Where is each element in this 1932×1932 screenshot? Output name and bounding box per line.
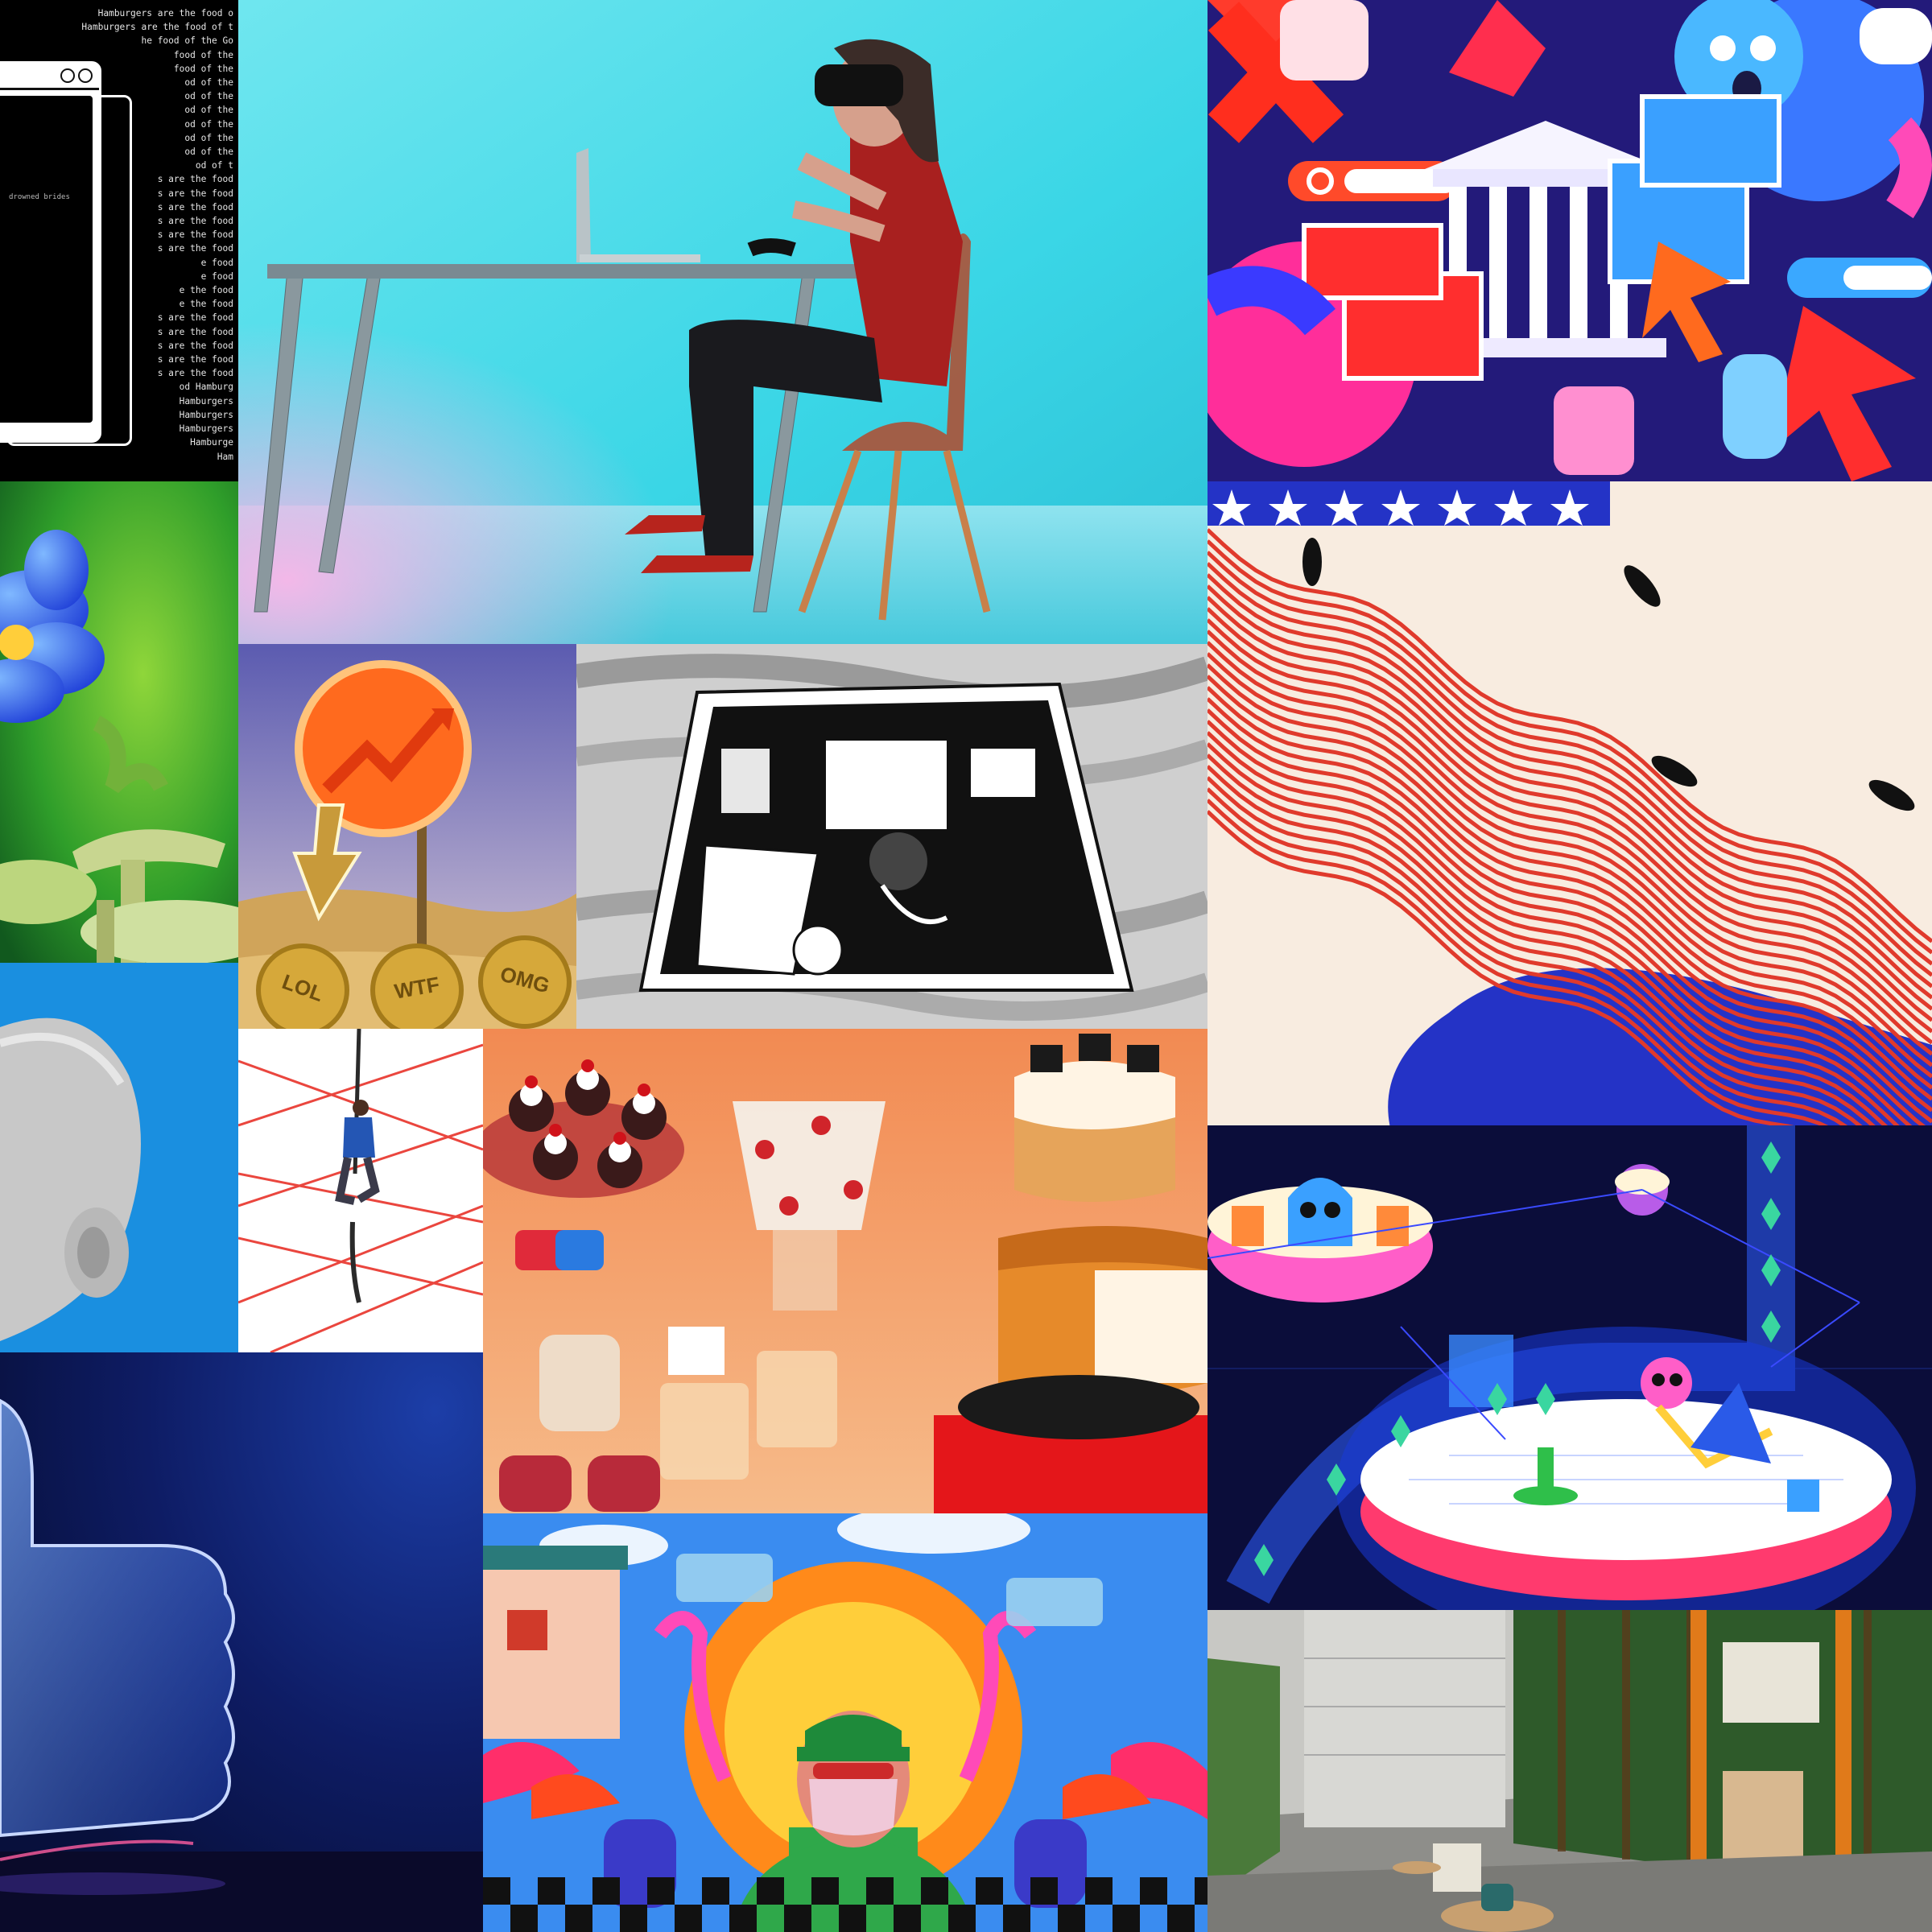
window-text: drowned brides — [9, 193, 70, 201]
warehouse-forest-mural-tile — [1208, 1610, 1932, 1932]
flower-mushroom-render-tile — [0, 481, 238, 963]
window-content: drowned brides — [0, 96, 93, 423]
hamburger-text-line: Ham — [217, 451, 233, 462]
hamburger-text-line: Hamburgers are the food of t — [81, 22, 233, 33]
vr-headset-photo-tile — [238, 0, 1208, 644]
hamburger-text-line: food of the — [173, 49, 233, 60]
dessert-table-photo-tile — [483, 1029, 1208, 1513]
window-title-bar — [0, 64, 99, 90]
stars-stripes-wave-illustration-tile — [1208, 481, 1932, 1125]
hamburger-text-art-tile: Hamburgers are the food o Hamburgers are … — [0, 0, 238, 481]
desert-neon-sign-coins-tile: LOL WTF OMG — [238, 644, 576, 1029]
social-media-3d-collage-tile — [1208, 0, 1932, 481]
hamburger-text-line: he food of the Go — [141, 35, 233, 47]
retro-window: drowned brides — [0, 61, 101, 443]
bust-sculpture-tile — [0, 963, 238, 1352]
laser-climber-tile — [238, 1029, 483, 1352]
crypto-network-illustration-tile — [1208, 1125, 1932, 1610]
ink-home-office-drawing-tile — [576, 644, 1208, 1029]
close-icon — [78, 68, 93, 83]
glass-thumbs-up-tile — [0, 1352, 483, 1932]
flamingo-masked-man-collage-tile — [483, 1513, 1208, 1932]
minimize-icon — [60, 68, 75, 83]
hamburger-text-line: Hamburgers are the food o — [97, 8, 233, 19]
